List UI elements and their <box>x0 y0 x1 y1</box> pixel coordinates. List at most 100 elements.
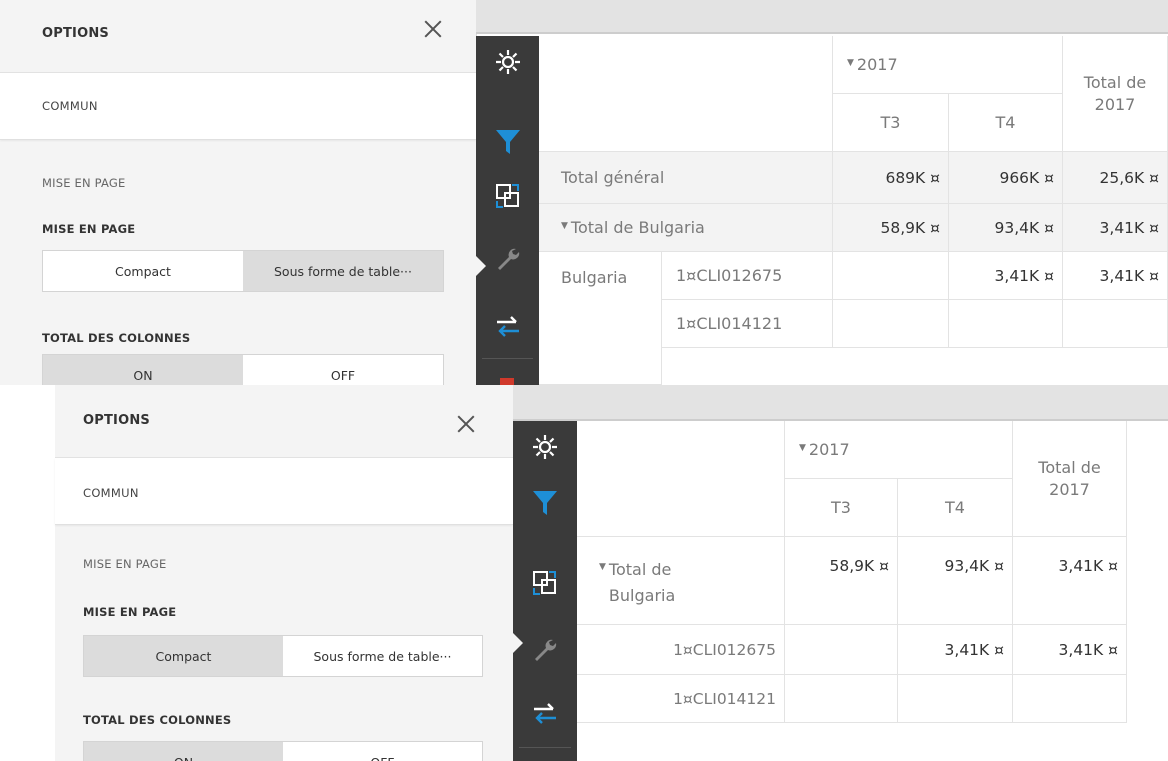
layout-swap-icon[interactable] <box>476 176 539 216</box>
bulgaria-total-t3: 58,9K ¤ <box>785 537 898 625</box>
options-title: OPTIONS <box>42 26 109 41</box>
year-header[interactable]: ▼ 2017 <box>833 36 1063 94</box>
expand-icon: ▼ <box>847 57 854 68</box>
q4-label: T4 <box>945 498 965 517</box>
gear-icon[interactable] <box>513 427 577 467</box>
bulgaria-total-total: 3,41K ¤ <box>1013 537 1127 625</box>
tab-commun-label: COMMUN <box>83 486 139 500</box>
swap-arrows-icon[interactable] <box>476 306 539 346</box>
column-totals-off-option[interactable]: OFF <box>283 742 482 761</box>
filter-icon[interactable] <box>513 483 577 523</box>
client-cell: 1¤CLI012675 <box>662 252 833 300</box>
swap-arrows-icon[interactable] <box>513 693 577 733</box>
gear-icon[interactable] <box>476 42 539 82</box>
client-t3 <box>785 675 898 723</box>
layout-swap-icon[interactable] <box>513 563 577 603</box>
client-cell: 1¤CLI014121 <box>662 300 833 348</box>
client-cell: 1¤CLI014121 <box>577 675 785 723</box>
column-totals-on-option[interactable]: ON <box>43 355 243 385</box>
column-totals-label: TOTAL DES COLONNES <box>42 331 191 345</box>
item-toolbar <box>476 36 539 385</box>
client-text: 1¤CLI012675 <box>673 640 776 659</box>
corner-cell <box>577 421 785 537</box>
screenshot-compact: OPTIONS COMMUN MISE EN PAGE MISE EN PAGE… <box>0 385 1168 761</box>
client-text: 1¤CLI014121 <box>673 689 776 708</box>
client-t3 <box>785 625 898 675</box>
options-header: OPTIONS <box>55 385 513 458</box>
options-title: OPTIONS <box>83 413 150 428</box>
column-totals-segmented-control: ON OFF <box>83 741 483 761</box>
client-t3 <box>833 252 949 300</box>
q4-header: T4 <box>898 479 1013 537</box>
q3-label: T3 <box>831 498 851 517</box>
delete-icon[interactable] <box>500 378 514 385</box>
filter-icon[interactable] <box>476 122 539 162</box>
layout-tabular-option[interactable]: Sous forme de table··· <box>283 636 482 676</box>
pivot-grid: ▼ 2017 Total de 2017 T3 T4 ▼ Total de Bulg… <box>577 421 1168 761</box>
grand-total-t3: 689K ¤ <box>833 152 949 204</box>
item-toolbar <box>513 421 577 761</box>
pivot-grid: ▼ 2017 Total de 2017 T3 T4 Total général … <box>539 36 1168 385</box>
item-caption-bar <box>476 0 1168 34</box>
client-total: 3,41K ¤ <box>1013 625 1127 675</box>
item-caption-bar <box>513 385 1168 421</box>
tab-commun[interactable]: COMMUN <box>55 458 513 525</box>
client-total <box>1063 300 1168 348</box>
options-panel: OPTIONS COMMUN MISE EN PAGE MISE EN PAGE… <box>0 0 477 385</box>
client-t4 <box>898 675 1013 723</box>
client-text: 1¤CLI014121 <box>676 314 783 333</box>
tab-commun-label: COMMUN <box>42 99 98 113</box>
collapse-icon: ▼ <box>561 220 568 231</box>
group-label-layout: MISE EN PAGE <box>42 176 126 190</box>
options-header: OPTIONS <box>0 0 476 73</box>
panel-pointer <box>476 256 486 276</box>
client-text: 1¤CLI012675 <box>676 266 783 285</box>
corner-cell <box>539 36 833 152</box>
total-year-header: Total de 2017 <box>1063 36 1168 152</box>
close-icon[interactable] <box>451 409 481 439</box>
layout-field-label: MISE EN PAGE <box>42 222 136 236</box>
column-totals-off-option[interactable]: OFF <box>243 355 443 385</box>
q4-label: T4 <box>995 113 1016 132</box>
q4-header: T4 <box>949 94 1063 152</box>
bulgaria-total-t3: 58,9K ¤ <box>833 204 949 252</box>
total-year-label: Total de 2017 <box>1083 72 1147 114</box>
client-t4 <box>949 300 1063 348</box>
layout-segmented-control: Compact Sous forme de table··· <box>42 250 444 292</box>
layout-compact-option[interactable]: Compact <box>84 636 283 676</box>
tab-commun[interactable]: COMMUN <box>0 73 476 140</box>
layout-tabular-option[interactable]: Sous forme de table··· <box>243 251 443 291</box>
bulgaria-total-total: 3,41K ¤ <box>1063 204 1168 252</box>
column-totals-on-option[interactable]: ON <box>84 742 283 761</box>
bulgaria-total-t4: 93,4K ¤ <box>898 537 1013 625</box>
close-icon[interactable] <box>418 14 448 44</box>
q3-header: T3 <box>833 94 949 152</box>
client-total: 3,41K ¤ <box>1063 252 1168 300</box>
bulgaria-total-text: Total de Bulgaria <box>608 560 676 605</box>
bulgaria-total-label[interactable]: ▼ Total de Bulgaria <box>577 537 785 625</box>
year-label: 2017 <box>856 55 898 74</box>
client-t4: 3,41K ¤ <box>898 625 1013 675</box>
bulgaria-total-text: Total de Bulgaria <box>570 218 705 237</box>
bulgaria-total-label[interactable]: ▼ Total de Bulgaria <box>539 204 833 252</box>
layout-segmented-control: Compact Sous forme de table··· <box>83 635 483 677</box>
year-header[interactable]: ▼ 2017 <box>785 421 1013 479</box>
country-text: Bulgaria <box>561 268 628 287</box>
grand-total-total: 25,6K ¤ <box>1063 152 1168 204</box>
bulgaria-total-t4: 93,4K ¤ <box>949 204 1063 252</box>
year-label: 2017 <box>808 440 850 459</box>
country-cell: Bulgaria <box>539 252 662 385</box>
column-totals-label: TOTAL DES COLONNES <box>83 713 232 727</box>
column-totals-segmented-control: ON OFF <box>42 354 444 385</box>
collapse-icon: ▼ <box>599 562 606 572</box>
layout-compact-option[interactable]: Compact <box>43 251 243 291</box>
layout-field-label: MISE EN PAGE <box>83 605 177 619</box>
grand-total-label: Total général <box>539 152 833 204</box>
options-panel: OPTIONS COMMUN MISE EN PAGE MISE EN PAGE… <box>55 385 514 761</box>
client-cell: 1¤CLI012675 <box>577 625 785 675</box>
client-t3 <box>833 300 949 348</box>
screenshot-tabular: OPTIONS COMMUN MISE EN PAGE MISE EN PAGE… <box>0 0 1168 385</box>
client-t4: 3,41K ¤ <box>949 252 1063 300</box>
expand-icon: ▼ <box>799 442 806 453</box>
client-total <box>1013 675 1127 723</box>
